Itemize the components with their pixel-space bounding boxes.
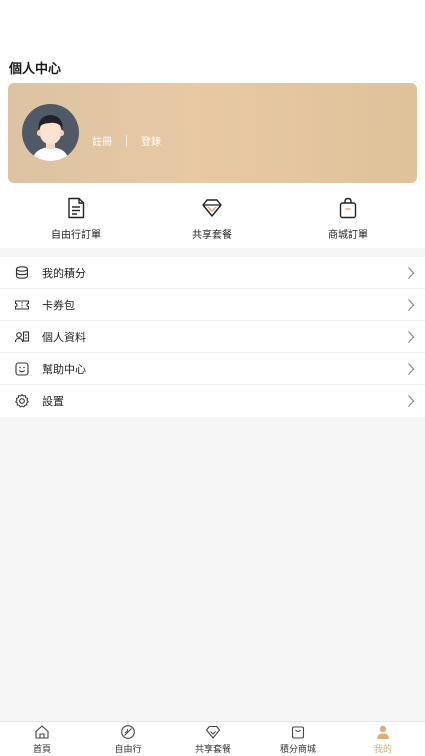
bottom-tab-bar: 首頁 自由行 共享套餐 積分商城 我的	[0, 721, 425, 756]
tab-home[interactable]: 首頁	[7, 724, 77, 755]
chevron-right-icon	[408, 267, 415, 279]
tab-label: 共享套餐	[194, 745, 231, 755]
ticket-icon	[14, 300, 30, 310]
quick-action-label: 自由行訂單	[51, 230, 101, 241]
menu-item-personal-info[interactable]: 個人資料	[0, 321, 425, 353]
login-link[interactable]: 登錄	[141, 133, 161, 148]
home-icon	[35, 725, 49, 739]
person-icon	[377, 725, 389, 739]
help-face-icon	[15, 362, 29, 376]
menu-item-my-points[interactable]: 我的積分	[0, 257, 425, 289]
tab-points-mall[interactable]: 積分商城	[263, 724, 333, 755]
menu-item-label: 個人資料	[42, 331, 86, 344]
tab-free-travel[interactable]: 自由行	[93, 724, 163, 755]
shopping-bag-icon	[339, 197, 357, 219]
tab-label: 我的	[373, 745, 392, 755]
shopping-bag-icon	[291, 726, 305, 739]
menu-item-coupons[interactable]: 卡券包	[0, 289, 425, 321]
quick-action-free-travel-orders[interactable]: 自由行訂單	[36, 196, 116, 241]
tab-my-account[interactable]: 我的	[348, 724, 418, 755]
coins-stack-icon	[15, 266, 29, 279]
tab-shared-packages[interactable]: 共享套餐	[178, 724, 248, 755]
tab-label: 自由行	[114, 745, 142, 755]
menu-item-help-center[interactable]: 幫助中心	[0, 353, 425, 385]
quick-action-label: 商城訂單	[328, 230, 368, 241]
id-card-icon	[14, 331, 30, 343]
quick-action-mall-orders[interactable]: 商城訂單	[308, 196, 388, 241]
avatar[interactable]	[22, 104, 79, 161]
menu-item-label: 幫助中心	[42, 363, 86, 376]
header-area: 個人中心 註冊 登錄 自由行訂單 共享套餐 商城訂單	[0, 0, 425, 248]
document-icon	[68, 197, 85, 219]
quick-action-label: 共享套餐	[192, 230, 232, 241]
page-title: 個人中心	[9, 62, 62, 77]
compass-icon	[121, 725, 135, 739]
divider	[126, 134, 127, 147]
diamond-icon	[202, 199, 222, 217]
chevron-right-icon	[408, 395, 415, 407]
chevron-right-icon	[408, 331, 415, 343]
register-link[interactable]: 註冊	[92, 133, 112, 148]
tab-label: 首頁	[32, 745, 51, 755]
auth-links: 註冊 登錄	[92, 133, 161, 148]
diamond-icon	[205, 725, 221, 739]
quick-action-shared-packages[interactable]: 共享套餐	[172, 196, 252, 241]
menu-item-label: 我的積分	[42, 267, 86, 280]
user-avatar-icon	[32, 115, 69, 161]
menu-item-label: 設置	[42, 395, 64, 408]
gear-icon	[15, 394, 29, 408]
settings-menu: 我的積分 卡券包 個人資料 幫助中心 設置	[0, 257, 425, 417]
chevron-right-icon	[408, 363, 415, 375]
chevron-right-icon	[408, 299, 415, 311]
menu-item-label: 卡券包	[42, 299, 75, 312]
quick-actions: 自由行訂單 共享套餐 商城訂單	[0, 196, 425, 246]
profile-card: 註冊 登錄	[8, 83, 417, 183]
tab-label: 積分商城	[279, 745, 316, 755]
menu-item-settings[interactable]: 設置	[0, 385, 425, 417]
